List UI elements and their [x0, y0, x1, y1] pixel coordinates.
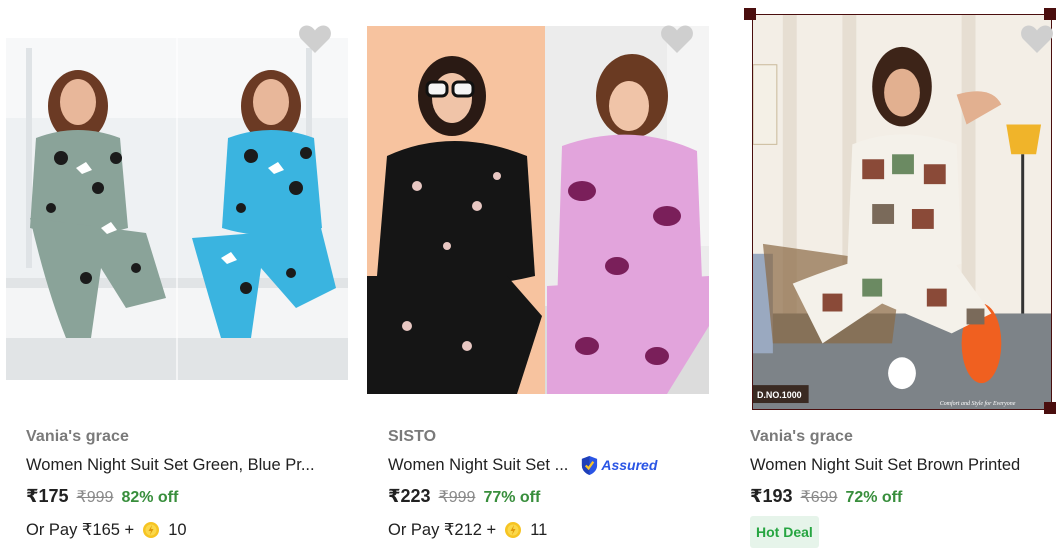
product-brand: Vania's grace — [750, 428, 853, 445]
supercoin-icon — [504, 521, 522, 539]
product-image[interactable] — [367, 26, 709, 394]
product-image[interactable] — [6, 38, 348, 380]
product-card[interactable]: D.NO.1000 Comfort and Style for Everyone… — [724, 0, 1063, 552]
product-price: ₹193 — [750, 486, 793, 506]
selection-handle[interactable] — [744, 8, 756, 20]
product-discount: 77% off — [483, 489, 541, 506]
coin-count: 11 — [530, 520, 548, 539]
selection-handle[interactable] — [1044, 8, 1056, 20]
product-discount: 72% off — [845, 489, 903, 506]
product-title[interactable]: Women Night Suit Set ... — [388, 456, 568, 475]
pay-text: Or Pay ₹165 + — [26, 521, 135, 539]
selection-handle[interactable] — [1044, 402, 1056, 414]
product-price: ₹175 — [26, 486, 69, 506]
coin-count: 10 — [168, 520, 187, 539]
product-info: Vania's grace Women Night Suit Set Brown… — [750, 428, 1063, 548]
product-price: ₹223 — [388, 486, 431, 506]
product-title[interactable]: Women Night Suit Set Green, Blue Pr... — [26, 456, 315, 475]
product-card[interactable]: Vania's grace Women Night Suit Set Green… — [0, 0, 354, 552]
product-discount: 82% off — [121, 489, 179, 506]
supercoin-icon — [142, 521, 160, 539]
supercoin-pay-row: Or Pay ₹165 + 10 — [26, 518, 346, 542]
wishlist-heart-icon[interactable] — [1020, 24, 1054, 54]
image-design-number: D.NO.1000 — [757, 390, 802, 400]
wishlist-heart-icon[interactable] — [298, 24, 332, 54]
product-mrp: ₹999 — [76, 489, 114, 506]
hot-deal-badge: Hot Deal — [750, 516, 819, 548]
product-mrp: ₹999 — [438, 489, 476, 506]
product-title[interactable]: Women Night Suit Set Brown Printed — [750, 456, 1020, 475]
pay-text: Or Pay ₹212 + — [388, 521, 497, 539]
assured-badge: Assured — [580, 455, 657, 476]
image-caption: Comfort and Style for Everyone — [940, 400, 1016, 407]
product-info: SISTO Women Night Suit Set ... Assured ₹… — [388, 428, 708, 542]
supercoin-pay-row: Or Pay ₹212 + 11 — [388, 518, 708, 542]
product-card[interactable]: SISTO Women Night Suit Set ... Assured ₹… — [362, 0, 716, 552]
assured-shield-icon — [582, 455, 598, 475]
product-brand: Vania's grace — [26, 428, 129, 445]
product-image[interactable]: D.NO.1000 Comfort and Style for Everyone — [752, 14, 1052, 410]
product-mrp: ₹699 — [800, 489, 838, 506]
assured-label: Assured — [601, 457, 658, 473]
product-info: Vania's grace Women Night Suit Set Green… — [26, 428, 346, 542]
wishlist-heart-icon[interactable] — [660, 24, 694, 54]
product-brand: SISTO — [388, 428, 437, 445]
